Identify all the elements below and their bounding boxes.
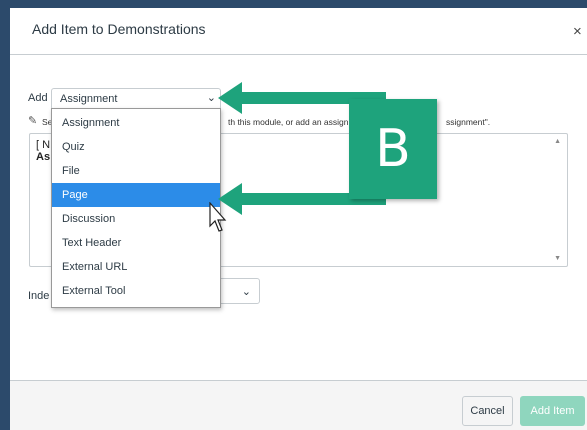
dropdown-option-external-tool[interactable]: External Tool (52, 279, 220, 303)
chevron-down-icon: ⌄ (241, 286, 251, 298)
item-type-select[interactable]: Assignment ⌄ (51, 88, 221, 110)
item-type-selected-value: Assignment (60, 93, 118, 105)
cancel-button[interactable]: Cancel (462, 396, 513, 426)
scroll-down-icon[interactable]: ▼ (554, 255, 561, 262)
add-item-button[interactable]: Add Item (520, 396, 585, 426)
list-item-new[interactable]: [ N (36, 139, 50, 151)
annotation-badge: B (349, 99, 437, 199)
dialog-title: Add Item to Demonstrations (32, 21, 206, 37)
dropdown-option-file[interactable]: File (52, 159, 220, 183)
dropdown-option-assignment[interactable]: Assignment (52, 111, 220, 135)
chevron-down-icon: ⌄ (206, 92, 216, 104)
dialog-header: Add Item to Demonstrations × (10, 8, 587, 55)
help-text-tail: ssignment". (446, 117, 491, 127)
help-text-mid: th this module, or add an assignm (228, 117, 356, 127)
dropdown-option-external-url[interactable]: External URL (52, 255, 220, 279)
close-icon[interactable]: × (573, 23, 582, 40)
dialog-footer: Cancel Add Item (10, 380, 587, 430)
edit-note-icon: ✎ (28, 115, 38, 127)
dropdown-option-discussion[interactable]: Discussion (52, 207, 220, 231)
dropdown-option-text-header[interactable]: Text Header (52, 231, 220, 255)
scroll-up-icon[interactable]: ▲ (554, 138, 561, 145)
mouse-pointer-icon (209, 202, 227, 232)
item-type-dropdown[interactable]: Assignment Quiz File Page Discussion Tex… (51, 108, 221, 308)
dropdown-option-quiz[interactable]: Quiz (52, 135, 220, 159)
dropdown-option-page[interactable]: Page (52, 183, 220, 207)
add-label: Add (28, 92, 48, 104)
list-group-heading: As (36, 151, 51, 163)
indent-label: Inde (28, 290, 50, 302)
